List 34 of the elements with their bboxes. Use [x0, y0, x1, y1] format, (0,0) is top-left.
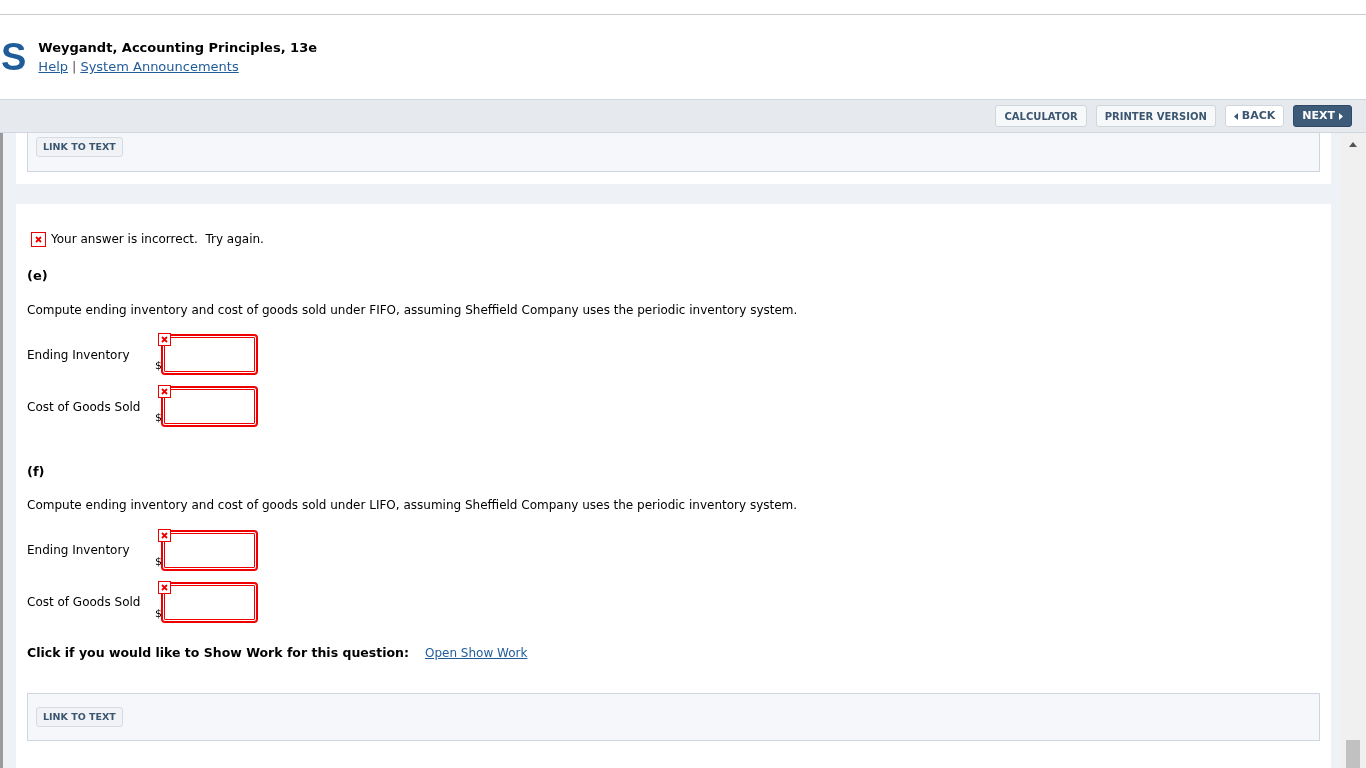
toolbar-button[interactable]: PRINTER VERSION [1095, 105, 1216, 127]
help-link[interactable]: Help [38, 57, 68, 77]
field-label: Cost of Goods Sold [27, 594, 142, 611]
open-show-work-link[interactable]: Open Show Work [424, 644, 528, 663]
currency-sign: $ [155, 553, 162, 570]
question-prompt: Compute ending inventory and cost of goods sold under LIFO, assuming Sheffield Company uses the periodic inventory system. [27, 497, 799, 514]
link-separator: | [72, 58, 77, 76]
show-work-prompt: Click if you would like to Show Work for this question: [27, 644, 409, 662]
scroll-up-icon[interactable] [1349, 142, 1357, 147]
back-button[interactable]: BACK [1224, 105, 1285, 127]
next-button[interactable]: NEXT [1293, 105, 1352, 127]
link-to-text-button[interactable]: LINK TO TEXT [36, 137, 123, 158]
logo: S [1, 38, 27, 76]
answer-field[interactable] [162, 387, 257, 426]
part-label: (f) [27, 462, 46, 481]
question-prompt: Compute ending inventory and cost of goods sold under FIFO, assuming Sheffield Company uses the periodic inventory system. [27, 301, 799, 319]
answer-field[interactable] [162, 582, 257, 622]
currency-sign: $ [155, 410, 162, 426]
field-label: Cost of Goods Sold [27, 398, 142, 416]
scrollbar-thumb[interactable] [1346, 740, 1360, 768]
currency-sign: $ [155, 358, 162, 374]
answer-field[interactable] [162, 335, 257, 374]
left-caret-icon [1233, 112, 1238, 120]
toolbar-button[interactable]: CALCULATOR [995, 105, 1087, 127]
field-label: Ending Inventory [27, 542, 131, 559]
field-label: Ending Inventory [27, 346, 131, 364]
link-to-text-button[interactable]: LINK TO TEXT [36, 706, 123, 727]
right-caret-icon [1339, 112, 1343, 120]
answer-field[interactable] [162, 530, 257, 570]
announcements-link[interactable]: System Announcements [80, 57, 239, 77]
feedback-message: Your answer is incorrect. Try again. [51, 231, 264, 248]
part-label: (e) [27, 267, 49, 285]
book-title: Weygandt, Accounting Principles, 13e [38, 38, 317, 57]
currency-sign: $ [155, 605, 162, 622]
